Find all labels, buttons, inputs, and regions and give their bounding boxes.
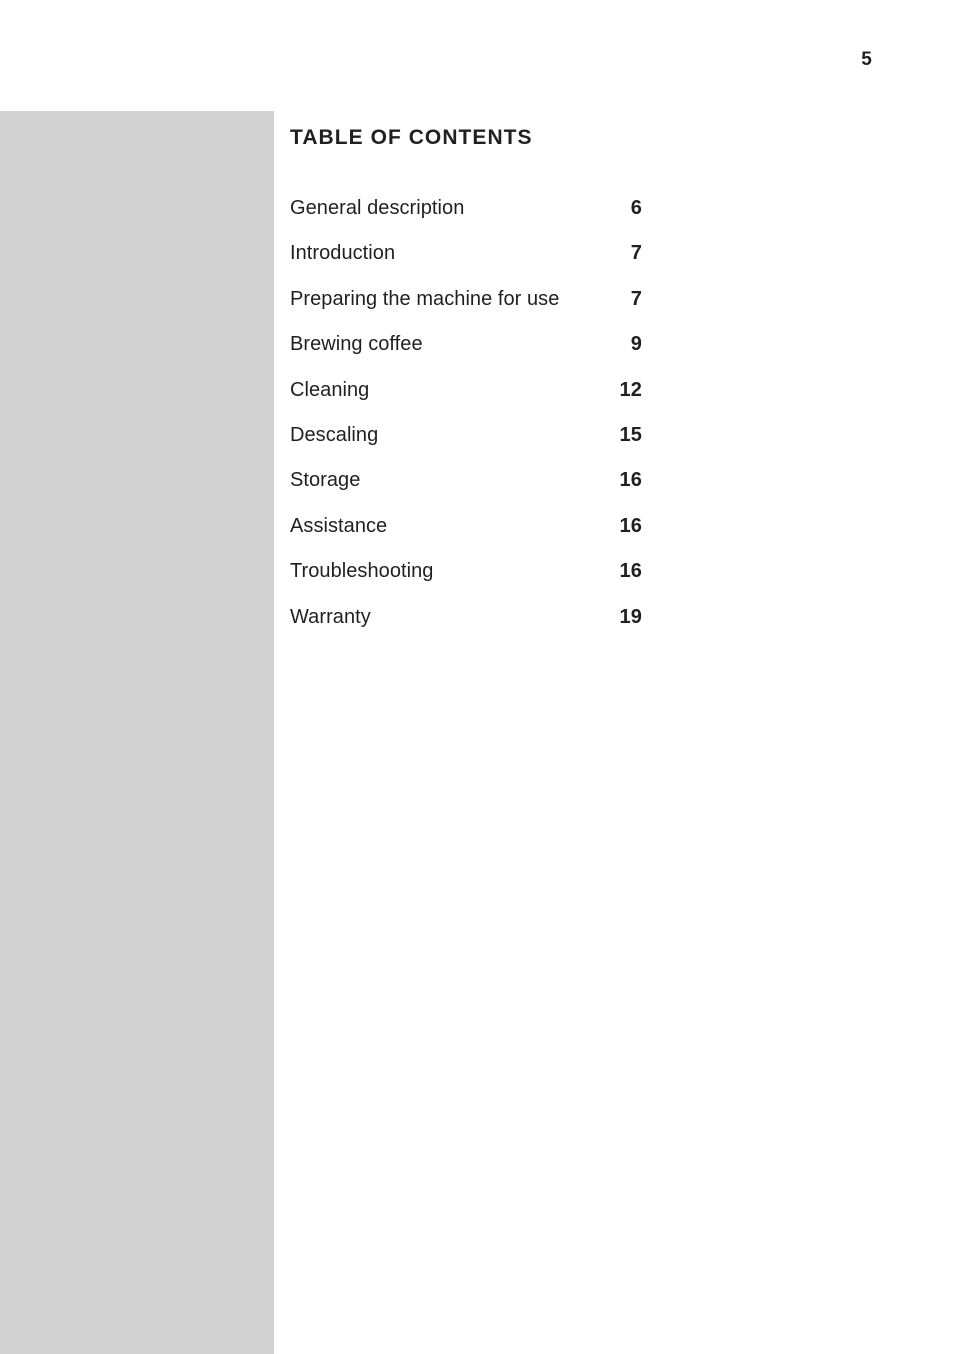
toc-entry[interactable]: Descaling 15 xyxy=(290,422,642,467)
toc-entry-page: 6 xyxy=(630,197,642,219)
toc-entry-page: 15 xyxy=(619,423,642,446)
toc-entry-label: Cleaning xyxy=(290,378,370,401)
page-title: TABLE OF CONTENTS xyxy=(290,126,533,149)
toc-entry[interactable]: Assistance 16 xyxy=(290,513,642,558)
toc-entry-label: Troubleshooting xyxy=(290,560,434,583)
toc-entry-label: Descaling xyxy=(290,423,379,446)
toc-entry[interactable]: Cleaning 12 xyxy=(290,377,642,422)
content-column: TABLE OF CONTENTS General description 6 … xyxy=(290,125,642,628)
toc-entry[interactable]: General description 6 xyxy=(290,195,642,240)
page-number: 5 xyxy=(861,49,872,70)
toc-entry-page: 7 xyxy=(630,242,642,265)
toc-entry-page: 9 xyxy=(630,333,642,356)
toc-entry[interactable]: Troubleshooting 16 xyxy=(290,558,642,603)
table-of-contents-list: General description 6 Introduction 7 Pre… xyxy=(290,195,642,649)
toc-entry-label: General description xyxy=(290,197,465,219)
toc-entry-label: Introduction xyxy=(290,242,396,265)
toc-entry-label: Assistance xyxy=(290,514,388,537)
toc-entry[interactable]: Brewing coffee 9 xyxy=(290,331,642,376)
toc-entry-page: 19 xyxy=(619,605,642,628)
toc-entry-page: 16 xyxy=(619,514,642,537)
toc-entry-page: 7 xyxy=(630,287,642,310)
toc-entry[interactable]: Introduction 7 xyxy=(290,240,642,285)
toc-entry[interactable]: Preparing the machine for use 7 xyxy=(290,286,642,331)
toc-entry[interactable]: Storage 16 xyxy=(290,467,642,512)
toc-entry-label: Brewing coffee xyxy=(290,333,423,356)
toc-entry[interactable]: Warranty 19 xyxy=(290,604,642,649)
document-page: { "page": { "folio": "5", "background_co… xyxy=(0,0,954,1354)
decorative-side-band xyxy=(0,111,274,1354)
toc-entry-page: 12 xyxy=(619,378,642,401)
toc-entry-label: Preparing the machine for use xyxy=(290,287,560,310)
toc-entry-page: 16 xyxy=(619,469,642,492)
toc-entry-page: 16 xyxy=(619,560,642,583)
toc-entry-label: Storage xyxy=(290,469,361,492)
toc-entry-label: Warranty xyxy=(290,605,371,628)
